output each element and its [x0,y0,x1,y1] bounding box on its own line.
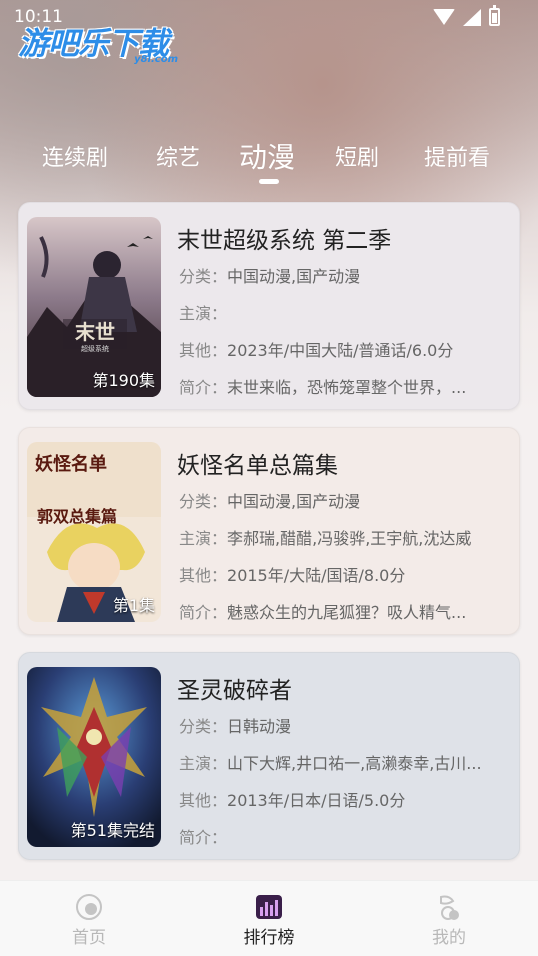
poster-image: 第51集完结 [27,667,161,847]
item-intro: 简介： [179,828,228,847]
list-item[interactable]: 妖怪名单 郭双总集篇 第1集 妖怪名单总篇集 分类：中国动漫,国产动漫 主演：李… [18,427,520,635]
item-intro: 简介：末世来临，恐怖笼罩整个世界，... [179,378,467,397]
item-cast: 主演：山下大辉,井口祐一,高濑泰幸,古川... [179,754,482,773]
category-tabs: 连续剧 综艺 动漫 短剧 提前看 [0,130,538,190]
poster-image: 末世 超级系统 第190集 [27,217,161,397]
item-cast: 主演：李郝瑞,醋醋,冯骏骅,王宇航,沈达威 [179,529,472,548]
bottom-navigation: 首页 排行榜 我的 [0,880,538,956]
wifi-icon [433,9,455,25]
active-tab-indicator [259,179,279,184]
poster-title-text: 妖怪名单 [35,453,107,475]
nav-home[interactable]: 首页 [44,893,134,948]
episode-badge: 第51集完结 [70,821,155,840]
poster-image: 妖怪名单 郭双总集篇 第1集 [27,442,161,622]
item-title: 妖怪名单总篇集 [177,453,338,479]
chart-icon [255,893,283,921]
nav-ranking-label: 排行榜 [243,928,295,948]
status-icons [433,5,500,26]
nav-mine-label: 我的 [432,928,466,948]
poster-subtitle-text: 郭双总集篇 [37,507,117,526]
tab-series[interactable]: 连续剧 [42,140,108,172]
item-category: 分类：日韩动漫 [179,717,292,736]
episode-badge: 第190集 [92,371,155,390]
nav-home-label: 首页 [72,928,106,948]
tab-short-drama[interactable]: 短剧 [335,140,379,172]
tab-preview[interactable]: 提前看 [424,140,490,172]
item-category: 分类：中国动漫,国产动漫 [179,267,361,286]
item-intro: 简介：魅惑众生的九尾狐狸？吸人精气... [179,603,467,622]
tab-variety[interactable]: 综艺 [156,140,200,172]
poster-subtitle-text: 超级系统 [81,344,109,353]
item-cast: 主演： [179,304,228,323]
episode-badge: 第1集 [112,596,155,615]
battery-icon [489,5,500,26]
list-item[interactable]: 第51集完结 圣灵破碎者 分类：日韩动漫 主演：山下大辉,井口祐一,高濑泰幸,古… [18,652,520,860]
poster-title-text: 末世 [75,320,115,344]
nav-mine[interactable]: 我的 [404,893,494,948]
item-other: 其他：2023年/中国大陆/普通话/6.0分 [179,341,454,360]
list-item[interactable]: 末世 超级系统 第190集 末世超级系统 第二季 分类：中国动漫,国产动漫 主演… [18,202,520,410]
item-other: 其他：2013年/日本/日语/5.0分 [179,791,406,810]
item-title: 末世超级系统 第二季 [177,228,392,254]
profile-icon [435,893,463,921]
nav-ranking[interactable]: 排行榜 [224,893,314,948]
tab-anime[interactable]: 动漫 [239,136,295,176]
item-other: 其他：2015年/大陆/国语/8.0分 [179,566,406,585]
app-logo: 游吧乐下载 y8l.com [18,26,178,65]
home-icon [75,893,103,921]
signal-icon [463,8,481,26]
item-category: 分类：中国动漫,国产动漫 [179,492,361,511]
item-title: 圣灵破碎者 [177,678,292,704]
